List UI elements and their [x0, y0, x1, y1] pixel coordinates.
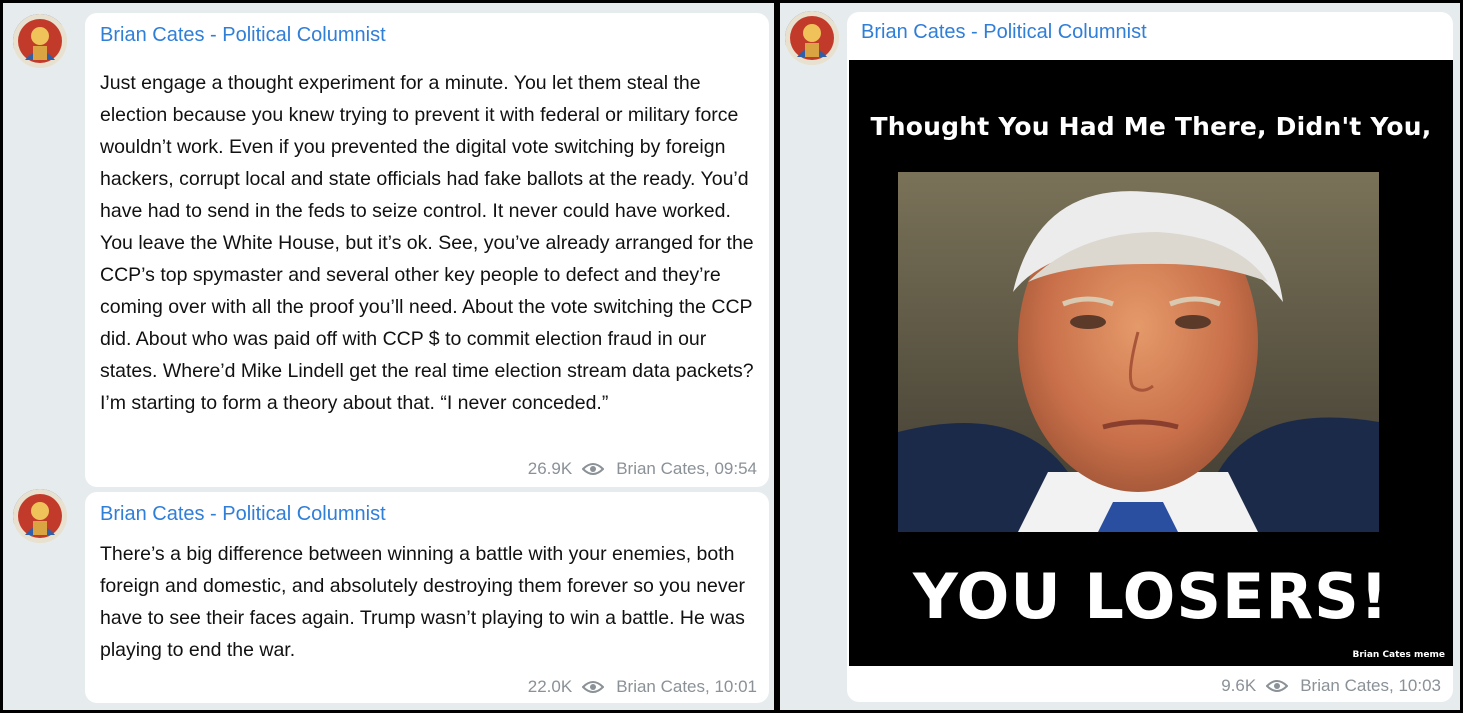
view-count: 9.6K	[1221, 676, 1257, 695]
avatar-icon[interactable]	[13, 489, 67, 543]
eye-icon	[1266, 679, 1289, 693]
view-count: 26.9K	[527, 459, 573, 478]
signature-time: Brian Cates, 09:54	[616, 459, 757, 478]
right-channel-panel: Brian Cates - Political Columnist Though…	[780, 3, 1460, 710]
eye-icon	[582, 680, 605, 694]
portrait-photo	[898, 172, 1379, 532]
avatar-icon[interactable]	[785, 11, 839, 65]
signature-time: Brian Cates, 10:03	[1300, 676, 1441, 695]
author-name[interactable]: Brian Cates - Political Columnist	[100, 503, 386, 526]
message-bubble: Brian Cates - Political Columnist There’…	[85, 492, 769, 703]
meme-bottom-text: YOU LOSERS!	[913, 560, 1389, 633]
meme-image[interactable]: Thought You Had Me There, Didn't You, YO…	[849, 60, 1453, 666]
signature-time: Brian Cates, 10:01	[616, 677, 757, 696]
meme-top-text: Thought You Had Me There, Didn't You,	[870, 112, 1432, 141]
message-meta: 9.6K Brian Cates, 10:03	[1221, 676, 1441, 696]
message-bubble: Brian Cates - Political Columnist Though…	[847, 12, 1453, 702]
eye-icon	[582, 462, 605, 476]
author-name[interactable]: Brian Cates - Political Columnist	[861, 21, 1147, 44]
left-channel-panel: Brian Cates - Political Columnist Just e…	[3, 3, 774, 710]
message-bubble: Brian Cates - Political Columnist Just e…	[85, 13, 769, 487]
view-count: 22.0K	[527, 677, 573, 696]
message-meta: 22.0K Brian Cates, 10:01	[528, 677, 757, 697]
avatar-icon[interactable]	[13, 14, 67, 68]
message-text: Just engage a thought experiment for a m…	[100, 72, 754, 414]
meme-credit: Brian Cates meme	[1352, 650, 1445, 660]
message-meta: 26.9K Brian Cates, 09:54	[528, 459, 757, 479]
message-text: There’s a big difference between winning…	[100, 543, 745, 661]
author-name[interactable]: Brian Cates - Political Columnist	[100, 24, 386, 47]
